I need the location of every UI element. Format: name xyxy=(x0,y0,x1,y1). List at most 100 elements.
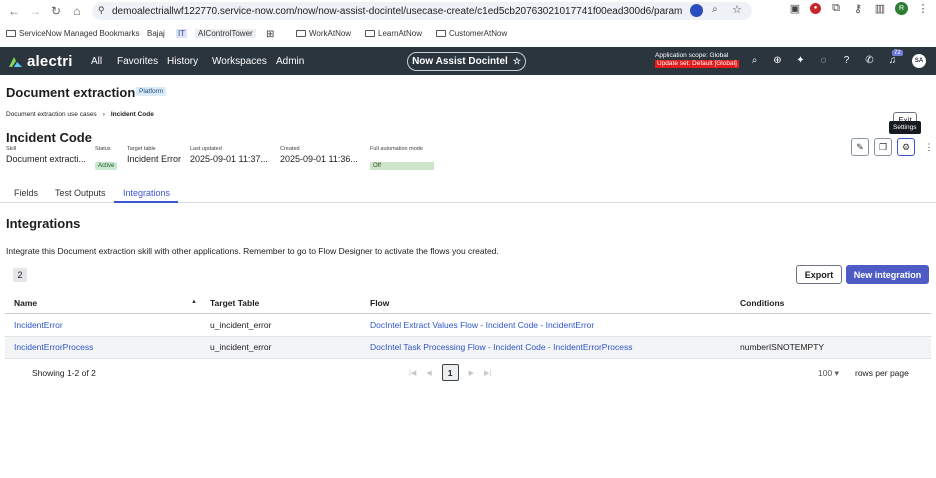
row-flow-link[interactable]: DocIntel Task Processing Flow - Incident… xyxy=(370,342,633,352)
next-page-icon[interactable]: ▶ xyxy=(469,369,474,377)
first-page-icon[interactable]: |◀ xyxy=(409,369,416,377)
browser-menu-icon[interactable]: ⋮ xyxy=(916,1,930,15)
column-header-conditions[interactable]: Conditions xyxy=(740,298,784,308)
workspace-title-pill[interactable]: Now Assist Docintel ☆ xyxy=(407,52,526,71)
new-integration-button[interactable]: New integration xyxy=(846,265,929,284)
field-last-updated: Last updated 2025-09-01 11:37... xyxy=(190,146,268,164)
bookmark-workatnow[interactable]: WorkAtNow xyxy=(296,29,351,38)
puzzle-icon[interactable]: ⧉ xyxy=(829,1,843,15)
bookmark-customeratnow[interactable]: CustomerAtNow xyxy=(436,29,507,38)
export-button[interactable]: Export xyxy=(796,265,842,284)
app-header: alectri All Favorites History Workspaces… xyxy=(0,47,936,75)
header-actions: ⌕ ⊕ ✦ ◌ ? ✆ ♫ xyxy=(748,54,899,67)
brand-logo-icon xyxy=(9,56,22,67)
table-row: IncidentErrorProcess u_incident_error Do… xyxy=(5,337,931,359)
nav-workspaces[interactable]: Workspaces xyxy=(212,56,267,67)
home-icon[interactable]: ⌂ xyxy=(69,3,85,19)
browser-toolbar: ← → ↻ ⌂ ⚲ demoalectriallwf122770.service… xyxy=(0,0,936,22)
sidepanel-icon[interactable]: ▥ xyxy=(873,1,887,15)
page-title: Document extraction xyxy=(6,85,136,100)
chevron-right-icon: › xyxy=(102,111,105,118)
status-badge: Active xyxy=(95,162,118,170)
nav-history[interactable]: History xyxy=(167,56,198,67)
apps-grid-icon[interactable]: ⊞ xyxy=(266,29,274,40)
url-text: demoalectriallwf122770.service-now.com/n… xyxy=(112,5,682,17)
section-description: Integrate this Document extraction skill… xyxy=(6,246,499,256)
forward-arrow-icon[interactable]: → xyxy=(27,3,43,19)
row-target-table: u_incident_error xyxy=(210,320,272,330)
bookmark-it[interactable]: IT xyxy=(176,29,188,38)
bookmark-learnatnow[interactable]: LearnAtNow xyxy=(365,29,422,38)
phone-icon[interactable]: ✆ xyxy=(863,54,876,67)
extension-icon[interactable]: ▣ xyxy=(788,1,802,15)
rows-per-page-select[interactable]: 100 ▾ xyxy=(818,368,839,379)
table-row: IncidentError u_incident_error DocIntel … xyxy=(5,315,931,337)
settings-tooltip: Settings xyxy=(889,121,921,134)
address-bar[interactable]: ⚲ demoalectriallwf122770.service-now.com… xyxy=(92,2,752,20)
favorite-star-icon[interactable]: ☆ xyxy=(513,56,521,67)
nav-favorites[interactable]: Favorites xyxy=(117,56,158,67)
folder-icon xyxy=(365,30,375,37)
row-flow-link[interactable]: DocIntel Extract Values Flow - Incident … xyxy=(370,320,594,330)
column-header-flow[interactable]: Flow xyxy=(370,298,389,308)
row-conditions: numberISNOTEMPTY xyxy=(740,342,825,352)
row-name-link[interactable]: IncidentError xyxy=(14,320,63,330)
chat-icon[interactable]: ◌ xyxy=(817,54,830,67)
sparkle-icon[interactable]: ✦ xyxy=(794,54,807,67)
table-header: Name ▲ Target Table Flow Conditions xyxy=(5,294,931,314)
record-actions: ✎ ❐ ⚙ ⋮ xyxy=(851,138,936,156)
record-count-chip: 2 xyxy=(13,268,27,282)
bookmark-servicenow[interactable]: ServiceNow Managed Bookmarks xyxy=(6,29,140,38)
user-avatar[interactable]: SA xyxy=(912,54,926,68)
settings-gear-icon[interactable]: ⚙ xyxy=(897,138,915,156)
more-options-icon[interactable]: ⋮ xyxy=(920,138,936,156)
row-name-link[interactable]: IncidentErrorProcess xyxy=(14,342,93,352)
copy-icon[interactable]: ❐ xyxy=(874,138,892,156)
previous-page-icon[interactable]: ◀ xyxy=(426,369,431,377)
tab-integrations[interactable]: Integrations xyxy=(123,188,170,198)
column-header-target-table[interactable]: Target Table xyxy=(210,298,259,308)
key-icon[interactable]: ⚷ xyxy=(851,1,865,15)
bookmarks-bar: ServiceNow Managed Bookmarks Bajaj IT AI… xyxy=(0,24,936,44)
last-page-icon[interactable]: ▶| xyxy=(484,369,491,377)
globe-icon[interactable]: ⊕ xyxy=(771,54,784,67)
column-header-name[interactable]: Name xyxy=(14,298,37,308)
pagination-summary: Showing 1-2 of 2 xyxy=(32,368,96,378)
brand-logo[interactable]: alectri xyxy=(8,53,73,70)
nav-admin[interactable]: Admin xyxy=(276,56,304,67)
chevron-down-icon: ▾ xyxy=(834,368,839,378)
extension-red-icon[interactable]: ● xyxy=(810,2,821,14)
tab-bar: Fields Test Outputs Integrations xyxy=(0,184,936,203)
bookmark-star-icon[interactable]: ☆ xyxy=(732,3,742,16)
zoom-icon[interactable]: ⌕ xyxy=(712,4,718,15)
nav-all[interactable]: All xyxy=(91,56,102,67)
search-icon[interactable]: ⌕ xyxy=(748,54,761,67)
sort-ascending-icon[interactable]: ▲ xyxy=(191,299,197,305)
translate-icon[interactable] xyxy=(690,4,703,17)
field-created: Created 2025-09-01 11:36... xyxy=(280,146,358,164)
bookmark-aicontroltower[interactable]: AIControlTower xyxy=(195,29,256,38)
tab-test-outputs[interactable]: Test Outputs xyxy=(55,188,106,198)
edit-icon[interactable]: ✎ xyxy=(851,138,869,156)
row-target-table: u_incident_error xyxy=(210,342,272,352)
breadcrumb-link[interactable]: Document extraction use cases xyxy=(6,111,97,118)
help-icon[interactable]: ? xyxy=(840,54,853,67)
field-full-automation-mode: Full automation mode Off xyxy=(370,146,450,172)
rows-per-page-label: rows per page xyxy=(855,368,909,378)
folder-icon xyxy=(296,30,306,37)
field-target-table: Target table Incident Error xyxy=(127,146,182,164)
back-arrow-icon[interactable]: ← xyxy=(6,3,22,19)
application-scope[interactable]: Application scope: Global Update set: De… xyxy=(655,52,739,68)
record-title: Incident Code xyxy=(6,130,92,145)
section-title: Integrations xyxy=(6,216,81,231)
current-page-button[interactable]: 1 xyxy=(441,364,459,381)
record-fields: Skill Document extracti... Status Active… xyxy=(6,146,460,172)
site-info-icon[interactable]: ⚲ xyxy=(98,5,105,16)
reload-icon[interactable]: ↻ xyxy=(48,3,64,19)
tab-fields[interactable]: Fields xyxy=(14,188,38,198)
folder-icon xyxy=(6,30,16,37)
bookmark-bajaj[interactable]: Bajaj xyxy=(147,29,165,38)
breadcrumb-current: Incident Code xyxy=(110,111,154,118)
field-status: Status Active xyxy=(95,146,118,172)
profile-avatar[interactable]: R xyxy=(895,1,908,15)
